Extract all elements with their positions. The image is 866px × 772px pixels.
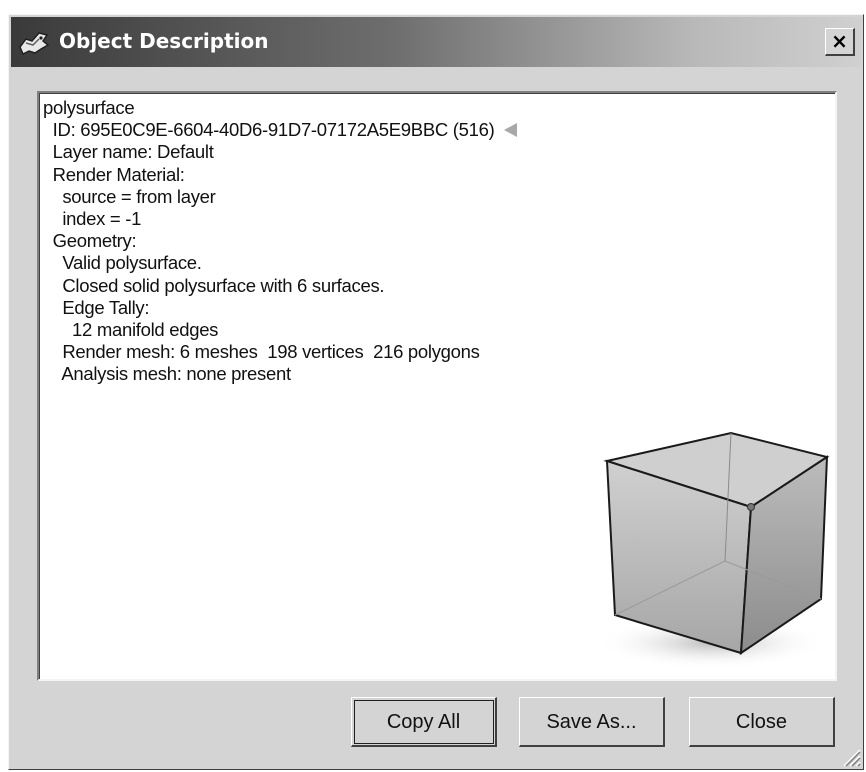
description-lines: polysurface ID: 695E0C9E-6604-40D6-91D7-… <box>43 97 518 385</box>
description-line-edge-tally: Edge Tally: <box>43 296 150 318</box>
cube-preview-icon <box>595 431 830 669</box>
description-line-material-index: index = -1 <box>43 207 142 229</box>
object-id-text: ID: 695E0C9E-6604-40D6-91D7-07172A5E9BBC… <box>43 119 495 141</box>
object-description-dialog: Object Description × polysurface ID: 695… <box>8 14 864 770</box>
description-line-analysis-mesh: Analysis mesh: none present <box>43 363 291 385</box>
save-as-button[interactable]: Save As... <box>519 697 665 747</box>
close-button[interactable]: Close <box>689 697 835 747</box>
dialog-title: Object Description <box>59 29 269 53</box>
resize-grip-icon[interactable] <box>839 745 861 767</box>
description-line-geometry: Geometry: <box>43 230 137 252</box>
description-line-render-mesh: Render mesh: 6 meshes 198 vertices 216 p… <box>43 341 480 363</box>
description-text-area[interactable]: polysurface ID: 695E0C9E-6604-40D6-91D7-… <box>37 91 837 681</box>
description-line-render-material: Render Material: <box>43 163 185 185</box>
close-icon[interactable]: × <box>825 28 855 56</box>
description-line-id: ID: 695E0C9E-6604-40D6-91D7-07172A5E9BBC… <box>43 119 518 141</box>
description-line-material-source: source = from layer <box>43 185 216 207</box>
description-line-valid: Valid polysurface. <box>43 252 202 274</box>
title-bar[interactable]: Object Description × <box>11 17 861 67</box>
rhino-app-icon <box>19 32 50 56</box>
description-line-manifold-edges: 12 manifold edges <box>43 318 219 340</box>
description-line-type: polysurface <box>43 97 135 118</box>
description-line-layer: Layer name: Default <box>43 141 214 163</box>
description-line-closed-solid: Closed solid polysurface with 6 surfaces… <box>43 274 385 296</box>
left-arrow-icon <box>504 123 518 138</box>
copy-all-button[interactable]: Copy All <box>351 697 497 747</box>
